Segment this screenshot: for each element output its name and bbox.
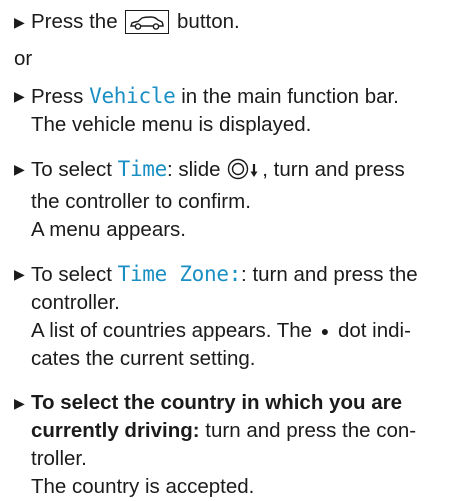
step3-result: A menu appears. bbox=[31, 218, 186, 241]
step-select-time-zone: ▶ To select Time Zone:: turn and press t… bbox=[14, 260, 456, 373]
controller-slide-down-icon bbox=[227, 158, 261, 188]
step3-suffix: , turn and press bbox=[262, 158, 405, 181]
step-arrow-icon: ▶ bbox=[14, 266, 25, 282]
step-press-vehicle-button: ▶ Press the button. bbox=[14, 8, 456, 36]
step5-suffix-line2: turn and press the con- bbox=[205, 419, 417, 442]
step2-prefix: Press bbox=[31, 85, 84, 108]
step5-result: The country is accepted. bbox=[31, 475, 255, 498]
step5-line3: troller. bbox=[31, 447, 87, 470]
step5-bold-line1: To select the country in which you are bbox=[31, 391, 402, 414]
step-select-time: ▶ To select Time: slide , turn and press… bbox=[14, 155, 456, 244]
step1-prefix: Press the bbox=[31, 10, 118, 33]
bullet-dot-icon: ● bbox=[320, 323, 330, 339]
step-press-vehicle-menu: ▶ Press Vehicle in the main function bar… bbox=[14, 82, 456, 139]
step-arrow-icon: ▶ bbox=[14, 395, 25, 411]
step-arrow-icon: ▶ bbox=[14, 14, 25, 30]
ui-label-time-zone: Time Zone: bbox=[117, 262, 242, 286]
step4-result-b: dot indi- bbox=[337, 319, 411, 342]
step2-result: The vehicle menu is displayed. bbox=[31, 113, 312, 136]
step2-suffix: in the main function bar. bbox=[181, 85, 399, 108]
step3-colon-slide: : slide bbox=[166, 158, 221, 181]
step-select-country: ▶ To select the country in which you are… bbox=[14, 389, 456, 501]
vehicle-button-icon bbox=[125, 10, 170, 34]
step5-bold-line2: currently driving: bbox=[31, 419, 200, 442]
ui-label-vehicle: Vehicle bbox=[89, 84, 176, 108]
step1-suffix: button. bbox=[177, 10, 240, 33]
step3-prefix: To select bbox=[31, 158, 112, 181]
step4-line2: controller. bbox=[31, 291, 120, 314]
step4-suffix: : turn and press the bbox=[241, 263, 418, 286]
step4-result-line2: cates the current setting. bbox=[31, 347, 256, 370]
step-arrow-icon: ▶ bbox=[14, 161, 25, 177]
step-arrow-icon: ▶ bbox=[14, 88, 25, 104]
step4-prefix: To select bbox=[31, 263, 112, 286]
step3-line2: the controller to confirm. bbox=[31, 190, 251, 213]
or-separator: or bbox=[14, 47, 33, 70]
step4-result-a: A list of countries appears. The bbox=[31, 319, 313, 342]
instruction-page: ▶ Press the button. or ▶ Press Vehicle i… bbox=[0, 0, 470, 501]
ui-label-time: Time bbox=[117, 157, 168, 181]
